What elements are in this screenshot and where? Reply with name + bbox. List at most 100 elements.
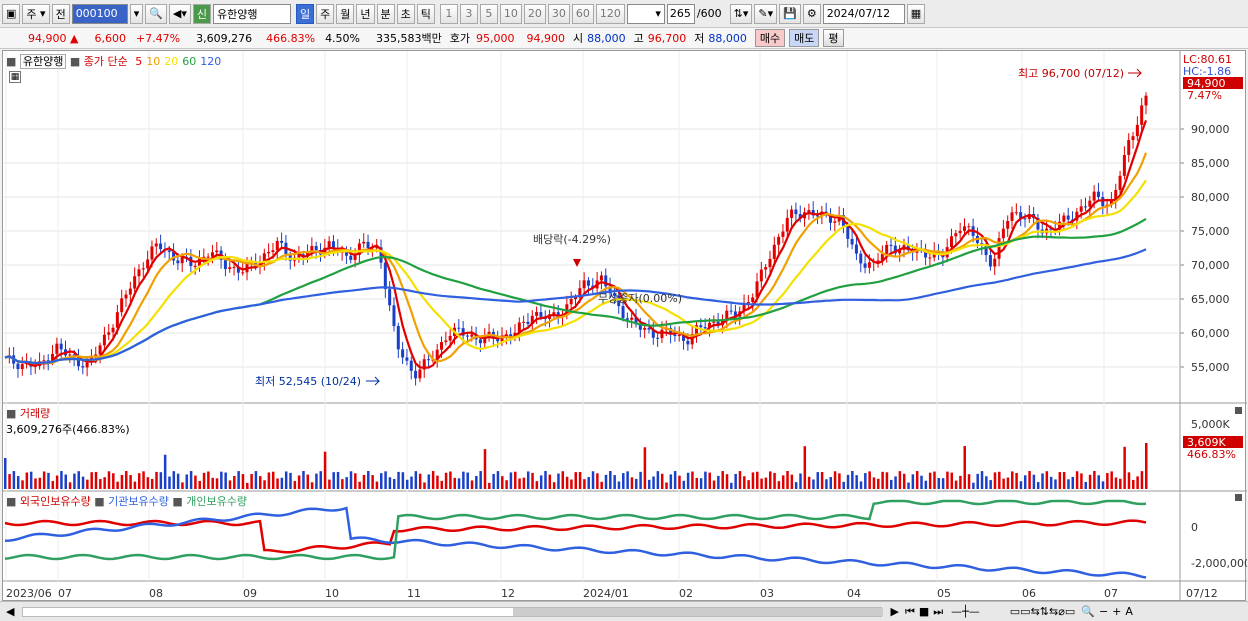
panel-tools-icon[interactable]: ▭▭⇆⇅⇆⌀▭ xyxy=(1010,605,1075,618)
candle-body xyxy=(768,258,772,268)
draw-icon[interactable]: ✎▾ xyxy=(754,3,778,24)
volume-bar xyxy=(902,473,906,489)
volume-bar xyxy=(717,475,720,489)
period-button[interactable]: 월 xyxy=(336,3,355,24)
candle-body xyxy=(746,302,750,304)
candle-body xyxy=(794,209,798,215)
x-axis-label: 2024/01 xyxy=(583,587,629,600)
scroll-track[interactable] xyxy=(22,606,884,617)
rewind-icon[interactable]: ⏮ xyxy=(905,605,915,619)
interval-button[interactable]: 120 xyxy=(595,3,625,24)
buy-button[interactable]: 매수 xyxy=(754,29,786,47)
panel-close-icon[interactable] xyxy=(1235,494,1242,501)
zoom-icon[interactable]: 🔍 xyxy=(1081,605,1095,618)
sell-button[interactable]: 매도 xyxy=(789,29,820,47)
candle-body xyxy=(854,244,858,254)
foreign-holdings-label[interactable]: 외국인보유수량 xyxy=(20,495,91,508)
interval-button[interactable]: 20 xyxy=(523,3,546,24)
volume-bar xyxy=(1132,479,1135,489)
ma-legend-item[interactable]: 60 xyxy=(182,55,196,68)
period-button[interactable]: 틱 xyxy=(416,3,435,24)
candle-body xyxy=(107,332,111,335)
period-button[interactable]: 년 xyxy=(356,3,375,24)
search-icon[interactable]: 🔍 xyxy=(145,3,167,24)
candle-body xyxy=(699,325,703,328)
candle-body xyxy=(141,268,145,270)
stock-code-input[interactable]: 000100 xyxy=(71,3,128,24)
interval-button[interactable]: 30 xyxy=(547,3,570,24)
ma-legend-item[interactable]: 20 xyxy=(164,55,178,68)
chart-tools-icon[interactable]: ⇅▾ xyxy=(729,3,753,24)
volume-bar xyxy=(470,480,474,489)
prev-button[interactable]: 전 xyxy=(51,3,70,24)
ma-line xyxy=(4,179,1147,365)
holdings-tick-label: 0 xyxy=(1191,521,1198,534)
panel-close-icon[interactable] xyxy=(1235,407,1242,414)
eval-button[interactable]: 평 xyxy=(823,29,844,47)
interval-button[interactable]: 5 xyxy=(479,3,498,24)
interval-button[interactable]: 10 xyxy=(499,3,522,24)
stock-label[interactable]: 유한양행 xyxy=(19,54,67,69)
fast-forward-icon[interactable]: ⏭ xyxy=(933,605,943,619)
candle-body xyxy=(146,259,150,269)
ma-legend-item[interactable]: 10 xyxy=(146,55,160,68)
volume-bar xyxy=(937,478,941,489)
zoom-slider-icon[interactable]: —┼— xyxy=(951,605,980,618)
interval-button[interactable]: 60 xyxy=(571,3,594,24)
code-dropdown-icon[interactable]: ▾ xyxy=(129,3,144,24)
count-input[interactable]: 265 xyxy=(666,3,695,24)
calendar-icon[interactable]: ▦ xyxy=(906,3,926,24)
date-input[interactable]: 2024/07/12 xyxy=(822,3,905,24)
ma-legend: 5 10 20 60 120 xyxy=(131,55,221,68)
volume-bar xyxy=(699,478,703,489)
period-button[interactable]: 초 xyxy=(396,3,415,24)
volume-bar xyxy=(362,474,366,489)
volume-bar xyxy=(345,477,348,489)
volume-bar xyxy=(42,471,46,489)
volume-bar xyxy=(622,473,625,489)
ma-legend-item[interactable]: 120 xyxy=(200,55,221,68)
indicator-label[interactable]: 종가 단순 xyxy=(84,55,128,68)
save-icon[interactable]: 💾 xyxy=(779,3,801,24)
volume-bar xyxy=(4,458,7,489)
scroll-right-icon[interactable]: ▶ xyxy=(890,605,898,618)
chart-canvas[interactable]: 90,000 85,000 80,000 75,000 70,000 65,000 60,0… xyxy=(3,51,1248,602)
grid-toggle-icon[interactable]: ▦ xyxy=(9,71,21,83)
quote-bar: 94,900 ▲ 6,600 +7.47% 3,609,276 466.83% … xyxy=(0,28,1248,49)
volume-bar xyxy=(1054,479,1057,489)
volume-title[interactable]: 거래량 xyxy=(20,407,50,420)
stop-icon[interactable]: ■ xyxy=(919,605,929,618)
scroll-left-icon[interactable]: ◀ xyxy=(6,605,14,618)
candle-body xyxy=(383,262,387,290)
layout-icon[interactable]: ▣ xyxy=(2,3,21,24)
x-axis-label: 2023/06 xyxy=(6,587,52,600)
candle-body xyxy=(59,343,63,350)
volume-bar xyxy=(29,471,33,489)
individual-holdings-label[interactable]: 개인보유수량 xyxy=(186,495,247,508)
zoom-out-icon[interactable]: − xyxy=(1099,605,1108,618)
interval-button[interactable]: 3 xyxy=(459,3,478,24)
candle-body xyxy=(388,289,392,306)
institution-holdings-label[interactable]: 기관보유수량 xyxy=(108,495,169,508)
chart-area[interactable]: 90,000 85,000 80,000 75,000 70,000 65,000 60,0… xyxy=(2,50,1248,602)
period-button[interactable]: 일 xyxy=(296,3,315,24)
volume-bar xyxy=(159,472,163,489)
stock-name-field[interactable]: 유한양행 xyxy=(213,3,292,24)
candle-body xyxy=(1023,218,1027,220)
candle-body xyxy=(522,321,526,323)
interval-custom-select[interactable]: ▾ xyxy=(626,3,665,24)
period-type-select[interactable]: 주 ▾ xyxy=(22,3,50,24)
ma-legend-item[interactable]: 5 xyxy=(135,55,142,68)
speaker-icon[interactable]: ◀▾ xyxy=(168,3,191,24)
volume-bar xyxy=(565,476,569,489)
interval-button[interactable]: 1 xyxy=(439,3,458,24)
period-button[interactable]: 분 xyxy=(376,3,395,24)
candle-body xyxy=(409,360,413,371)
scroll-thumb[interactable] xyxy=(513,607,884,616)
period-button[interactable]: 주 xyxy=(316,3,335,24)
font-size-icon[interactable]: A xyxy=(1125,605,1133,618)
volume-pct: 466.83% xyxy=(266,31,316,45)
volume-bar xyxy=(185,474,189,489)
gear-icon[interactable]: ⚙ xyxy=(802,3,821,24)
zoom-in-icon[interactable]: + xyxy=(1112,605,1121,618)
